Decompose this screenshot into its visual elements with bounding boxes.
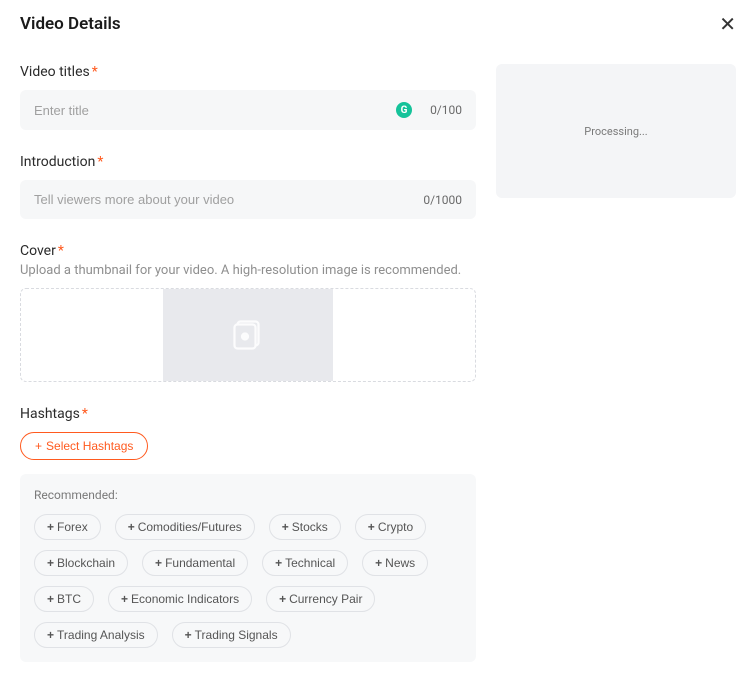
title-char-counter: 0/100: [430, 103, 462, 117]
grammarly-icon[interactable]: G: [396, 102, 412, 118]
recommended-label: Recommended:: [34, 488, 462, 502]
plus-icon: +: [279, 592, 286, 606]
processing-status-text: Processing...: [584, 125, 647, 138]
hashtag-chip-label: Currency Pair: [289, 592, 362, 606]
recommended-hashtags-panel: Recommended: +Forex+Comodities/Futures+S…: [20, 474, 476, 662]
hashtags-label: Hashtags*: [20, 406, 476, 422]
images-icon: [230, 317, 266, 353]
hashtag-chip[interactable]: +Forex: [34, 514, 101, 540]
introduction-label: Introduction*: [20, 154, 476, 170]
hashtag-chip-label: Blockchain: [57, 556, 115, 570]
hashtag-chip-label: Forex: [57, 520, 88, 534]
plus-icon: +: [47, 556, 54, 570]
hashtag-chip[interactable]: +BTC: [34, 586, 94, 612]
hashtag-chip-label: Economic Indicators: [131, 592, 239, 606]
hashtag-chip[interactable]: +Comodities/Futures: [115, 514, 255, 540]
page-title: Video Details: [20, 14, 121, 34]
plus-icon: +: [47, 520, 54, 534]
hashtag-chip-label: Fundamental: [165, 556, 235, 570]
plus-icon: +: [185, 628, 192, 642]
introduction-input-wrap: 0/1000: [20, 180, 476, 219]
hashtag-chip-label: Trading Signals: [195, 628, 278, 642]
plus-icon: +: [155, 556, 162, 570]
hashtag-chip-label: Comodities/Futures: [138, 520, 242, 534]
video-title-input-wrap: G 0/100: [20, 90, 476, 130]
plus-icon: +: [35, 439, 42, 453]
cover-upload-area[interactable]: [20, 288, 476, 382]
hashtag-chip[interactable]: +Trading Analysis: [34, 622, 158, 648]
intro-char-counter: 0/1000: [423, 193, 462, 207]
cover-label: Cover*: [20, 243, 476, 259]
plus-icon: +: [368, 520, 375, 534]
plus-icon: +: [47, 628, 54, 642]
hashtag-chip[interactable]: +Stocks: [269, 514, 341, 540]
introduction-input[interactable]: [34, 192, 415, 207]
hashtag-chip-label: Crypto: [378, 520, 413, 534]
close-icon[interactable]: ✕: [719, 14, 736, 34]
select-hashtags-button[interactable]: + Select Hashtags: [20, 432, 148, 460]
plus-icon: +: [128, 520, 135, 534]
plus-icon: +: [282, 520, 289, 534]
hashtag-chip[interactable]: +Crypto: [355, 514, 426, 540]
hashtag-chip[interactable]: +Technical: [262, 550, 348, 576]
plus-icon: +: [375, 556, 382, 570]
hashtag-chip[interactable]: +Trading Signals: [172, 622, 291, 648]
cover-help-text: Upload a thumbnail for your video. A hig…: [20, 263, 476, 278]
hashtag-chip[interactable]: +Economic Indicators: [108, 586, 252, 612]
plus-icon: +: [121, 592, 128, 606]
hashtag-chip[interactable]: +Currency Pair: [266, 586, 375, 612]
video-preview-panel: Processing...: [496, 64, 736, 198]
hashtag-chip-label: BTC: [57, 592, 81, 606]
hashtag-chip[interactable]: +Fundamental: [142, 550, 248, 576]
plus-icon: +: [275, 556, 282, 570]
hashtag-chip-label: Trading Analysis: [57, 628, 145, 642]
hashtag-chip-label: Stocks: [292, 520, 328, 534]
hashtag-chip-label: Technical: [285, 556, 335, 570]
video-title-input[interactable]: [34, 103, 396, 118]
hashtag-chip[interactable]: +Blockchain: [34, 550, 128, 576]
hashtag-chip[interactable]: +News: [362, 550, 428, 576]
plus-icon: +: [47, 592, 54, 606]
video-title-label: Video titles*: [20, 64, 476, 80]
hashtag-chip-label: News: [385, 556, 415, 570]
